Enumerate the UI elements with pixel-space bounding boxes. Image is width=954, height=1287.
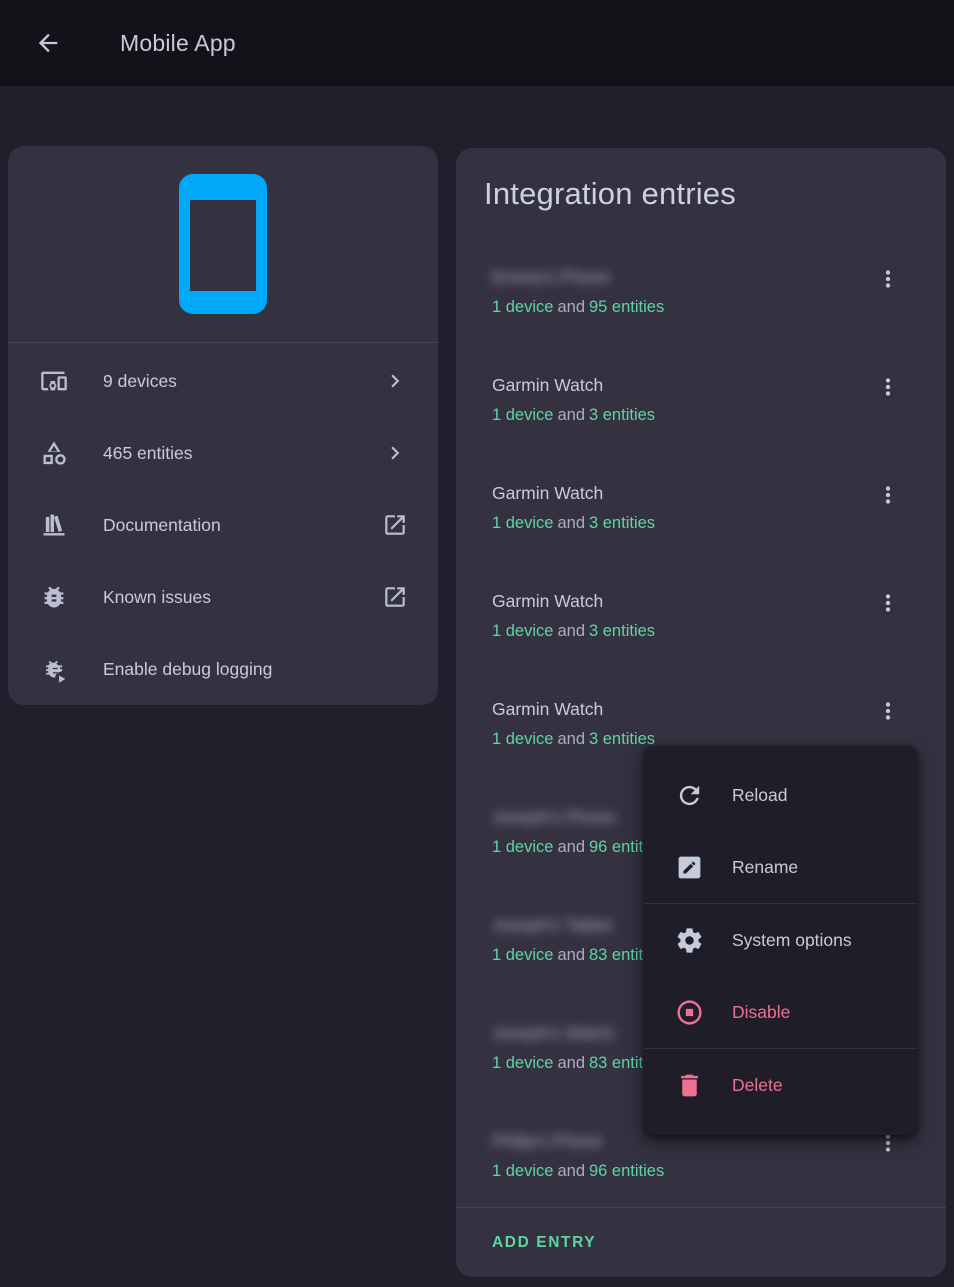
open-in-new-icon <box>382 512 408 538</box>
entry-menu-button[interactable] <box>864 687 912 735</box>
bug-icon <box>40 583 68 611</box>
chevron-right-icon <box>382 440 408 466</box>
entry-name: Garmin Watch <box>492 590 603 612</box>
app-bar: Mobile App <box>0 0 954 86</box>
page: Mobile App 9 devices 465 entities <box>0 0 954 1287</box>
info-row-documentation[interactable]: Documentation <box>8 489 438 561</box>
entry-name: Joseph's Phone <box>492 806 616 828</box>
entity-count-link[interactable]: 3 entities <box>589 730 655 748</box>
entry-name: Joseph's Watch <box>492 1022 614 1044</box>
page-title: Mobile App <box>120 30 236 57</box>
debug-logging-label: Enable debug logging <box>103 659 272 680</box>
bookshelf-icon <box>40 511 68 539</box>
menu-item-delete[interactable]: Delete <box>644 1049 917 1121</box>
dots-vertical-icon <box>875 698 901 724</box>
entry-context-menu: Reload Rename System options Disable <box>644 746 917 1135</box>
add-entry-button[interactable]: ADD ENTRY <box>492 1234 596 1252</box>
integration-info-card: 9 devices 465 entities Documentation <box>8 146 438 705</box>
info-rows: 9 devices 465 entities Documentation <box>8 343 438 705</box>
info-row-devices[interactable]: 9 devices <box>8 345 438 417</box>
device-count-link[interactable]: 1 device <box>492 838 553 856</box>
entry-row: Garmin Watch 1 deviceand3 entities <box>456 348 946 456</box>
info-row-known-issues[interactable]: Known issues <box>8 561 438 633</box>
known-issues-label: Known issues <box>103 587 211 608</box>
integration-logo-area <box>8 146 438 343</box>
device-count-link[interactable]: 1 device <box>492 730 553 748</box>
entities-count-label: 465 entities <box>103 443 193 464</box>
entries-card-title: Integration entries <box>456 148 946 212</box>
dots-vertical-icon <box>875 590 901 616</box>
shapes-icon <box>40 439 68 467</box>
entity-count-link[interactable]: 96 entities <box>589 1162 664 1180</box>
add-entry-row: ADD ENTRY <box>456 1208 946 1277</box>
entry-name: Garmin Watch <box>492 482 603 504</box>
info-row-entities[interactable]: 465 entities <box>8 417 438 489</box>
entry-menu-button[interactable] <box>864 255 912 303</box>
chevron-right-icon <box>382 368 408 394</box>
entry-name: Emma's Phone <box>492 266 610 288</box>
arrow-left-icon <box>34 29 62 57</box>
device-count-link[interactable]: 1 device <box>492 622 553 640</box>
menu-item-rename[interactable]: Rename <box>644 831 917 903</box>
entry-row: Garmin Watch 1 deviceand3 entities <box>456 564 946 672</box>
entry-name: Garmin Watch <box>492 374 603 396</box>
entry-menu-button[interactable] <box>864 471 912 519</box>
dots-vertical-icon <box>875 482 901 508</box>
dots-vertical-icon <box>875 266 901 292</box>
open-in-new-icon <box>382 584 408 610</box>
pencil-box-icon <box>675 853 704 882</box>
entry-menu-button[interactable] <box>864 579 912 627</box>
device-count-link[interactable]: 1 device <box>492 406 553 424</box>
entity-count-link[interactable]: 3 entities <box>589 406 655 424</box>
entry-name: Garmin Watch <box>492 698 603 720</box>
entry-row: Emma's Phone 1 deviceand95 entities <box>456 240 946 348</box>
entity-count-link[interactable]: 3 entities <box>589 514 655 532</box>
entry-name: Joseph's Tablet <box>492 914 612 936</box>
back-button[interactable] <box>24 19 72 67</box>
device-count-link[interactable]: 1 device <box>492 946 553 964</box>
device-count-link[interactable]: 1 device <box>492 1054 553 1072</box>
stop-circle-outline-icon <box>675 998 704 1027</box>
entry-name: Philip's Phone <box>492 1130 602 1152</box>
menu-item-reload[interactable]: Reload <box>644 759 917 831</box>
entry-menu-button[interactable] <box>864 363 912 411</box>
documentation-label: Documentation <box>103 515 221 536</box>
devices-icon <box>40 367 68 395</box>
entity-count-link[interactable]: 3 entities <box>589 622 655 640</box>
device-count-link[interactable]: 1 device <box>492 1162 553 1180</box>
refresh-icon <box>675 781 704 810</box>
entity-count-link[interactable]: 95 entities <box>589 298 664 316</box>
device-count-link[interactable]: 1 device <box>492 298 553 316</box>
menu-item-system-options[interactable]: System options <box>644 904 917 976</box>
dots-vertical-icon <box>875 374 901 400</box>
bug-play-icon <box>40 655 68 683</box>
cellphone-icon <box>179 174 267 314</box>
devices-count-label: 9 devices <box>103 371 177 392</box>
trash-can-icon <box>675 1071 704 1100</box>
entry-row: Garmin Watch 1 deviceand3 entities <box>456 456 946 564</box>
cog-icon <box>675 926 704 955</box>
menu-item-disable[interactable]: Disable <box>644 976 917 1048</box>
device-count-link[interactable]: 1 device <box>492 514 553 532</box>
info-row-debug-logging[interactable]: Enable debug logging <box>8 633 438 705</box>
